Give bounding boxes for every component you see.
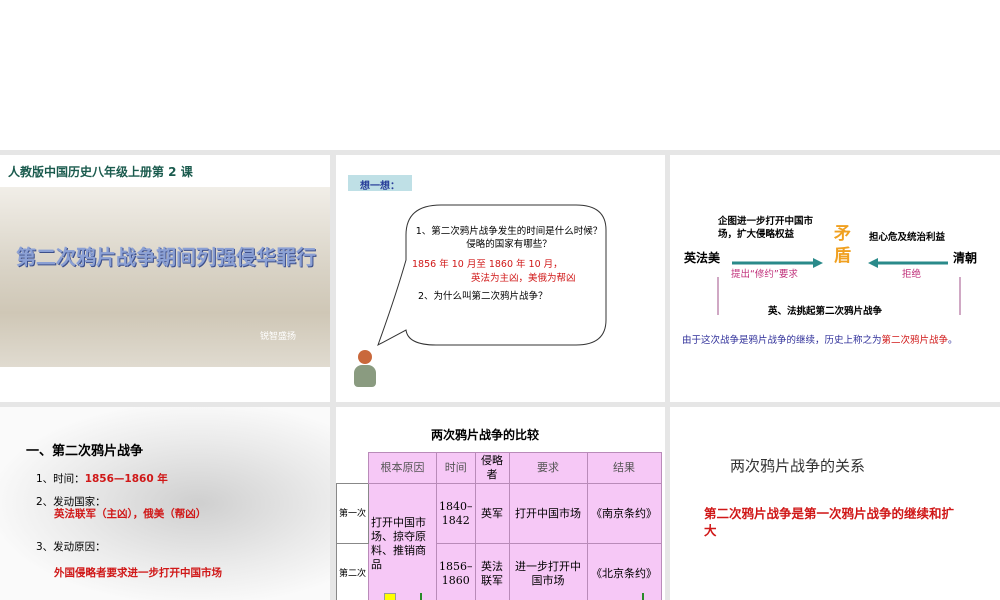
question-1: 1、第二次鸦片战争发生的时间是什么时候？ 侵略的国家有哪些？	[415, 226, 603, 250]
row-label: 第二次	[336, 543, 369, 600]
demand-cell: 打开中国市场	[508, 483, 588, 544]
publisher-logo: 锐智盛扬	[260, 332, 297, 342]
result-cell: 《北京条约》	[586, 543, 662, 600]
question-2: 2、为什么叫第二次鸦片战争？	[418, 291, 548, 302]
green-marker	[642, 593, 644, 600]
angel-icon	[354, 350, 376, 388]
conclusion-text: 由于这次战争是鸦片战争的继续，历史上称之为	[682, 335, 882, 346]
section-heading: 一、第二次鸦片战争	[26, 444, 144, 459]
time-cell: 1840–1842	[436, 483, 476, 544]
demand-cell: 进一步打开中国市场	[508, 543, 588, 600]
slide-thumbnail-1[interactable]: 人教版中国历史八年级上册第 2 课 第二次鸦片战争期间列强侵华罪行 锐智盛扬	[0, 155, 330, 402]
relation-statement: 第二次鸦片战争是第一次鸦片战争的继续和扩大	[704, 506, 955, 538]
time-cell: 1856–1860	[436, 543, 476, 600]
header-cell: 侵略者	[474, 452, 510, 484]
result-cell: 《南京条约》	[586, 483, 662, 544]
aggressor-cell: 英军	[474, 483, 510, 544]
header-cell: 要求	[508, 452, 588, 484]
conclusion: 由于这次战争是鸦片战争的继续，历史上称之为第二次鸦片战争。	[682, 332, 958, 346]
relation-title: 两次鸦片战争的关系	[730, 457, 866, 475]
slide-title: 第二次鸦片战争期间列强侵华罪行	[16, 245, 316, 269]
lesson-header: 人教版中国历史八年级上册第 2 课	[8, 165, 193, 179]
header-cell: 根本原因	[368, 452, 437, 484]
war-result: 英、法挑起第二次鸦片战争	[768, 306, 883, 317]
diagram-arrows	[717, 258, 961, 315]
answer-1-line-1: 1856 年 10 月至 1860 年 10 月，	[412, 259, 563, 270]
conclusion-suffix: 。	[948, 335, 958, 346]
answer-1-line-2: 英法为主凶，美俄为帮凶	[471, 273, 576, 284]
table-row: 第一次 打开中国市场、掠夺原料、推销商品 1840–1842 英军 打开中国市场…	[336, 483, 662, 600]
item-1-value: 1856—1860 年	[84, 473, 168, 485]
slide-thumbnail-2[interactable]: 想一想： 1、第二次鸦片战争发生的时间是什么时候？ 侵略的国家有哪些？ 1856…	[336, 155, 665, 402]
slide-thumbnail-6[interactable]: 两次鸦片战争的关系 第二次鸦片战争是第一次鸦片战争的继续和扩大	[670, 407, 1000, 600]
left-action: 提出“修约”要求	[731, 269, 798, 280]
yellow-marker	[384, 593, 396, 600]
table-header-row: 根本原因 时间 侵略者 要求 结果	[336, 452, 662, 484]
green-marker	[420, 593, 422, 600]
item-3-label: 3、发动原因：	[36, 541, 106, 553]
conclusion-highlight: 第二次鸦片战争	[881, 335, 949, 346]
header-cell: 时间	[436, 452, 476, 484]
item-2-label: 2、发动国家：	[36, 496, 106, 508]
item-1-label: 1、时间：	[36, 473, 85, 485]
item-3-value: 外国侵略者要求进一步打开中国市场	[54, 567, 222, 579]
comparison-title: 两次鸦片战争的比较	[431, 428, 540, 442]
slide-thumbnail-3[interactable]: 企图进一步打开中国市场，扩大侵略权益 担心危及统治利益 英法美 清朝 矛盾 提出…	[670, 155, 1000, 402]
header-cell: 结果	[586, 452, 662, 484]
item-2-value: 英法联军（主凶），俄美（帮凶）	[54, 508, 207, 520]
slide-thumbnail-4[interactable]: 一、第二次鸦片战争 1、时间：1856—1860 年 2、发动国家： 英法联军（…	[0, 407, 330, 600]
root-cause-cell: 打开中国市场、掠夺原料、推销商品	[368, 483, 437, 600]
right-action: 拒绝	[902, 269, 922, 280]
item-1: 1、时间：1856—1860 年	[36, 471, 168, 486]
comparison-table: 根本原因 时间 侵略者 要求 结果 第一次 打开中国市场、掠夺原料、推销商品 1…	[336, 452, 662, 600]
row-label: 第一次	[336, 483, 369, 544]
aggressor-cell: 英法联军	[474, 543, 510, 600]
slide-thumbnail-5[interactable]: 两次鸦片战争的比较 根本原因 时间 侵略者 要求 结果 第一次 打开中国市场、掠…	[336, 407, 665, 600]
